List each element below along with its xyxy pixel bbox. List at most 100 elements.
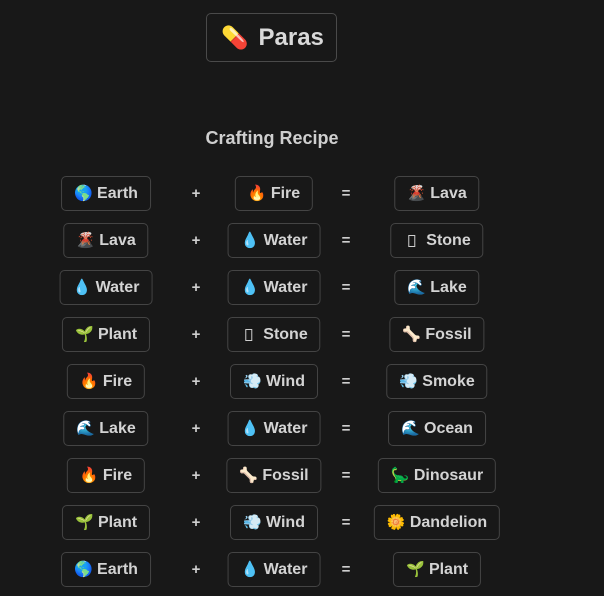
result-element-button[interactable]: 🌼 Dandelion bbox=[373, 505, 501, 540]
result-element-label: Lake bbox=[430, 278, 467, 296]
plus-sign: + bbox=[191, 467, 201, 484]
second-ingredient-element-label: Stone bbox=[263, 325, 308, 343]
plus-sign: + bbox=[191, 514, 201, 531]
first-ingredient-element-button[interactable]: 🔥 Fire bbox=[66, 364, 146, 399]
second-ingredient-element-label: Fossil bbox=[262, 466, 309, 484]
wave-icon: 🌊 bbox=[407, 279, 426, 296]
second-ingredient-element-button[interactable]: 💧 Water bbox=[227, 223, 321, 258]
first-ingredient-element-label: Earth bbox=[97, 184, 138, 202]
globe-icon: 🌎 bbox=[74, 561, 93, 578]
bone-icon: 🦴 bbox=[239, 467, 259, 484]
water-drop-icon: 💧 bbox=[240, 420, 260, 437]
equals-sign: = bbox=[341, 326, 351, 343]
second-ingredient-element-button[interactable]: 💨 Wind bbox=[230, 505, 318, 540]
first-ingredient-element-button[interactable]: 💧 Water bbox=[59, 270, 153, 305]
second-ingredient-element-button[interactable]: 🦴 Fossil bbox=[226, 458, 322, 493]
volcano-icon: 🌋 bbox=[407, 185, 426, 202]
flower-icon: 🌼 bbox=[386, 514, 406, 531]
result-element-button[interactable]: 🌋 Lava bbox=[394, 176, 480, 211]
wind-icon: 💨 bbox=[243, 514, 262, 531]
element-title-card[interactable]: 💊 Paras bbox=[206, 13, 337, 62]
globe-icon: 🌎 bbox=[74, 185, 93, 202]
recipe-row: 🔥 Fire + 💨 Wind = 💨 Smoke bbox=[0, 364, 604, 411]
bone-icon: 🦴 bbox=[402, 326, 422, 343]
missing-glyph-icon bbox=[240, 327, 257, 342]
volcano-icon: 🌋 bbox=[76, 232, 95, 249]
result-element-button[interactable]: 🌊 Ocean bbox=[388, 411, 486, 446]
dinosaur-icon: 🦕 bbox=[390, 467, 410, 484]
wave-icon: 🌊 bbox=[76, 420, 95, 437]
first-ingredient-element-button[interactable]: 🌱 Plant bbox=[61, 505, 151, 540]
first-ingredient-element-label: Water bbox=[95, 278, 140, 296]
plus-sign: + bbox=[191, 232, 201, 249]
recipe-list: 🌎 Earth + 🔥 Fire = 🌋 Lava 🌋 Lava + 💧 Water = Stone 💧 Wat… bbox=[0, 176, 604, 596]
wind-icon: 💨 bbox=[243, 373, 262, 390]
recipe-row: 🌊 Lake + 💧 Water = 🌊 Ocean bbox=[0, 411, 604, 458]
fire-icon: 🔥 bbox=[247, 185, 267, 202]
water-drop-icon: 💧 bbox=[72, 279, 92, 296]
result-element-label: Ocean bbox=[424, 419, 473, 437]
second-ingredient-element-button[interactable]: 💨 Wind bbox=[230, 364, 318, 399]
result-element-label: Plant bbox=[428, 560, 469, 578]
second-ingredient-element-button[interactable]: 💧 Water bbox=[227, 411, 321, 446]
crafting-recipe-heading: Crafting Recipe bbox=[205, 128, 339, 148]
first-ingredient-element-label: Fire bbox=[102, 466, 133, 484]
second-ingredient-element-label: Fire bbox=[270, 184, 301, 202]
result-element-button[interactable]: 🌱 Plant bbox=[392, 552, 482, 587]
missing-glyph-icon bbox=[403, 233, 420, 248]
result-element-button[interactable]: Stone bbox=[390, 223, 484, 258]
equals-sign: = bbox=[341, 420, 351, 437]
equals-sign: = bbox=[341, 467, 351, 484]
recipe-row: 💧 Water + 💧 Water = 🌊 Lake bbox=[0, 270, 604, 317]
equals-sign: = bbox=[341, 232, 351, 249]
element-title: Paras bbox=[258, 23, 324, 51]
second-ingredient-element-label: Water bbox=[263, 231, 308, 249]
first-ingredient-element-button[interactable]: 🌋 Lava bbox=[63, 223, 149, 258]
plus-sign: + bbox=[191, 279, 201, 296]
wind-icon: 💨 bbox=[399, 373, 418, 390]
missing-glyph-box bbox=[408, 235, 416, 248]
water-drop-icon: 💧 bbox=[240, 279, 260, 296]
second-ingredient-element-button[interactable]: 🔥 Fire bbox=[234, 176, 314, 211]
plus-sign: + bbox=[191, 326, 201, 343]
recipe-row: 🌎 Earth + 🔥 Fire = 🌋 Lava bbox=[0, 176, 604, 223]
second-ingredient-element-button[interactable]: 💧 Water bbox=[227, 270, 321, 305]
first-ingredient-element-label: Plant bbox=[97, 513, 138, 531]
result-element-label: Lava bbox=[430, 184, 467, 202]
first-ingredient-element-button[interactable]: 🌱 Plant bbox=[61, 317, 151, 352]
second-ingredient-element-label: Water bbox=[263, 419, 308, 437]
result-element-label: Dinosaur bbox=[413, 466, 484, 484]
result-element-button[interactable]: 🦕 Dinosaur bbox=[377, 458, 497, 493]
seedling-icon: 🌱 bbox=[74, 326, 94, 343]
first-ingredient-element-button[interactable]: 🌎 Earth bbox=[61, 552, 151, 587]
plus-sign: + bbox=[191, 420, 201, 437]
water-drop-icon: 💧 bbox=[240, 232, 260, 249]
result-element-button[interactable]: 🌊 Lake bbox=[394, 270, 480, 305]
result-element-label: Fossil bbox=[425, 325, 472, 343]
result-element-label: Dandelion bbox=[409, 513, 488, 531]
recipe-row: 🌎 Earth + 💧 Water = 🌱 Plant bbox=[0, 552, 604, 596]
second-ingredient-element-button[interactable]: Stone bbox=[227, 317, 321, 352]
fire-icon: 🔥 bbox=[79, 373, 99, 390]
result-element-label: Stone bbox=[426, 231, 471, 249]
first-ingredient-element-label: Fire bbox=[102, 372, 133, 390]
second-ingredient-element-label: Wind bbox=[266, 372, 305, 390]
equals-sign: = bbox=[341, 373, 351, 390]
result-element-button[interactable]: 💨 Smoke bbox=[386, 364, 488, 399]
first-ingredient-element-label: Lava bbox=[99, 231, 136, 249]
recipe-row: 🌋 Lava + 💧 Water = Stone bbox=[0, 223, 604, 270]
first-ingredient-element-button[interactable]: 🌎 Earth bbox=[61, 176, 151, 211]
equals-sign: = bbox=[341, 514, 351, 531]
page: 💊 Paras Crafting Recipe 🌎 Earth + 🔥 Fire = 🌋 La… bbox=[0, 0, 604, 596]
second-ingredient-element-button[interactable]: 💧 Water bbox=[227, 552, 321, 587]
first-ingredient-element-label: Plant bbox=[97, 325, 138, 343]
first-ingredient-element-label: Earth bbox=[97, 560, 138, 578]
equals-sign: = bbox=[341, 279, 351, 296]
first-ingredient-element-button[interactable]: 🔥 Fire bbox=[66, 458, 146, 493]
first-ingredient-element-button[interactable]: 🌊 Lake bbox=[63, 411, 149, 446]
equals-sign: = bbox=[341, 561, 351, 578]
fire-icon: 🔥 bbox=[79, 467, 99, 484]
result-element-label: Smoke bbox=[422, 372, 475, 390]
result-element-button[interactable]: 🦴 Fossil bbox=[389, 317, 485, 352]
plus-sign: + bbox=[191, 373, 201, 390]
